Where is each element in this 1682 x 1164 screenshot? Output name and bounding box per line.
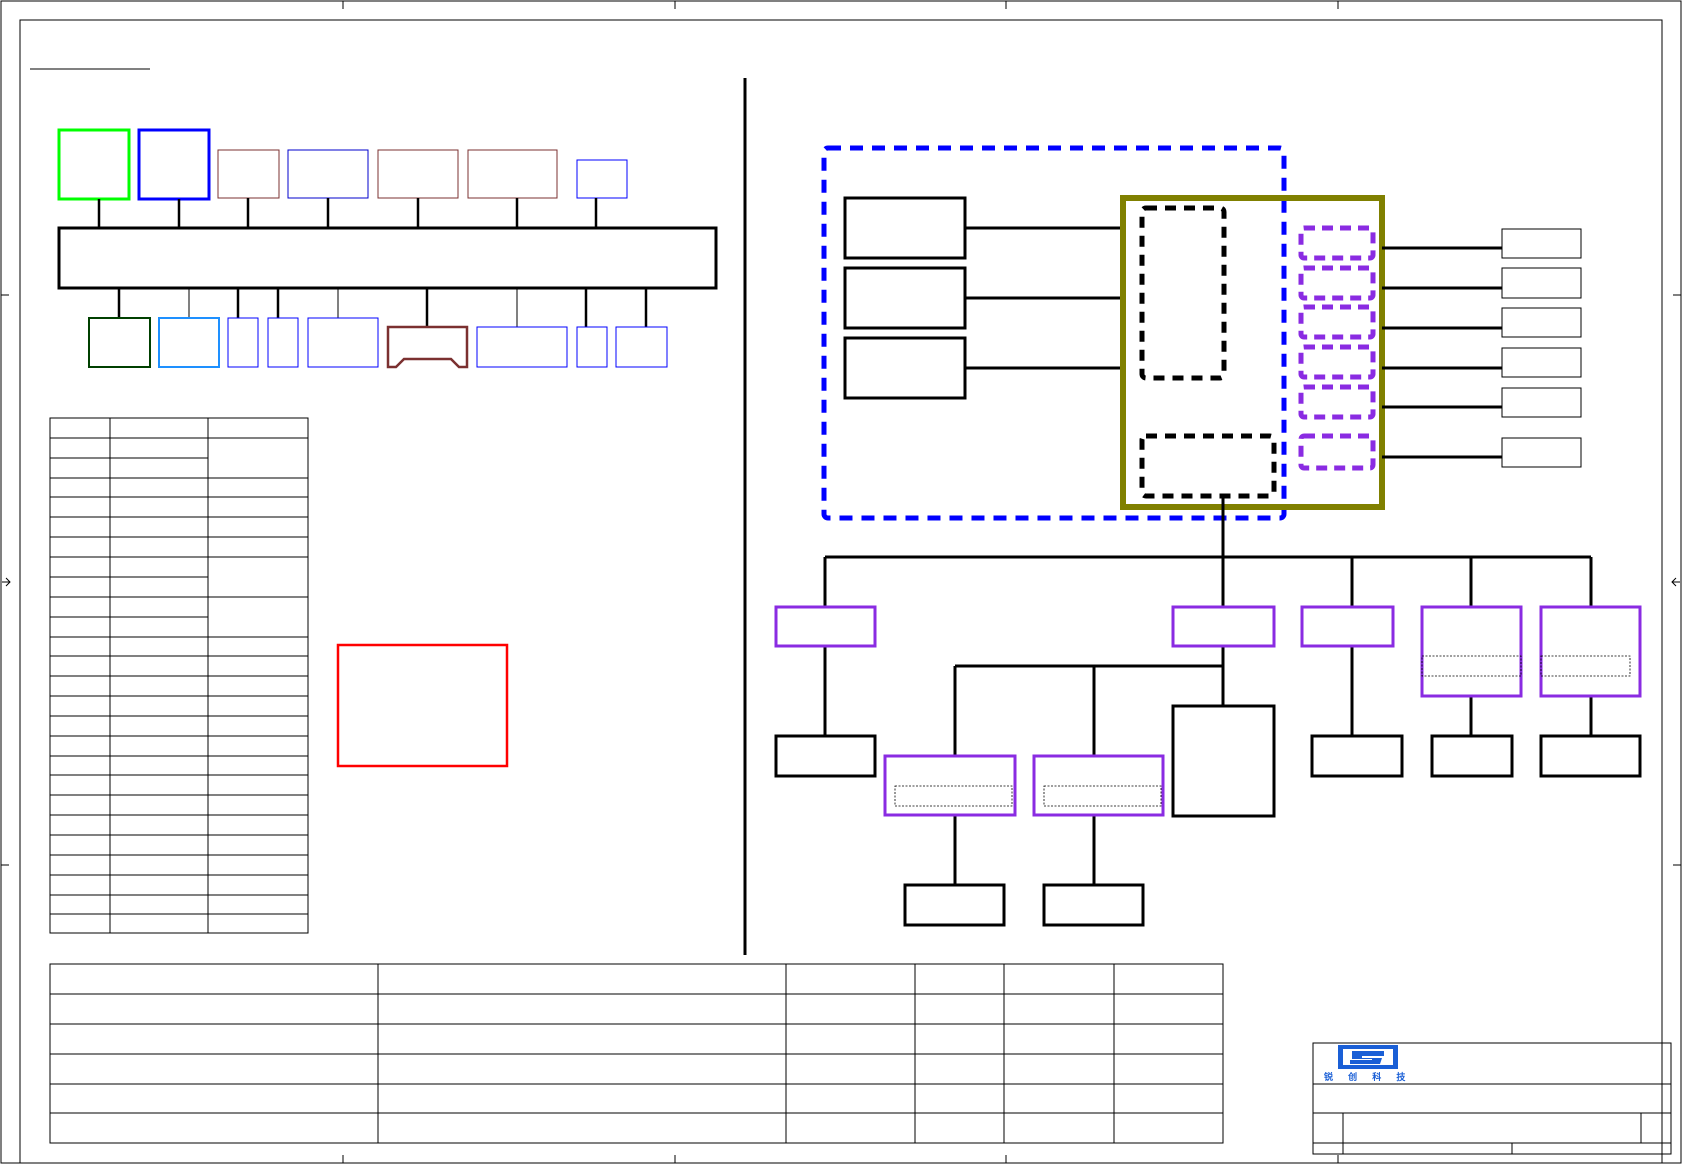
cpu-block-blue xyxy=(137,128,211,201)
pmic-ldo-dashed xyxy=(1139,433,1277,499)
pmic-rail-dashed-boxes xyxy=(1298,225,1376,471)
bus-device-1 xyxy=(217,149,280,199)
bus-upper-links xyxy=(97,198,598,228)
rail-output-links xyxy=(1382,246,1502,459)
bus-peripheral-8 xyxy=(615,326,668,368)
pmic-core-dashed xyxy=(1139,205,1227,381)
bus-peripheral-2 xyxy=(158,317,220,368)
drawing-frame xyxy=(0,0,1682,1164)
bus-device-3 xyxy=(377,149,459,199)
memory-block-green xyxy=(57,128,131,201)
frame-arrow-left xyxy=(2,577,11,587)
input-source-3 xyxy=(843,336,967,400)
regulator-blocks xyxy=(774,605,1642,817)
bus-device-4 xyxy=(467,149,558,199)
bus-connector-shape xyxy=(386,325,469,369)
company-logo-text: 锐 创 科 技 xyxy=(1324,1073,1412,1083)
pmic-main-chip xyxy=(1120,195,1385,510)
distribution-tree xyxy=(823,496,1593,885)
frame-arrow-right xyxy=(1671,577,1680,587)
input-source-1 xyxy=(843,196,967,260)
rail-load-boxes xyxy=(1501,228,1582,468)
bus-peripheral-6 xyxy=(476,326,568,368)
revision-table xyxy=(49,963,1224,1144)
bus-device-5 xyxy=(576,159,628,199)
bus-peripheral-7 xyxy=(576,326,608,368)
bus-peripheral-5 xyxy=(307,317,379,368)
company-logo-icon xyxy=(1338,1045,1398,1069)
bus-peripheral-3 xyxy=(227,317,259,368)
schematic-sheet xyxy=(0,0,1682,1164)
ground-island-dashed xyxy=(821,145,1287,521)
reference-table xyxy=(49,417,309,934)
bus-lower-links xyxy=(117,288,648,327)
alert-box xyxy=(336,643,509,768)
bus-peripheral-4 xyxy=(267,317,299,368)
input-links xyxy=(965,226,1123,370)
power-tree-diagram xyxy=(774,145,1642,927)
bus-device-2 xyxy=(287,149,369,199)
system-bus xyxy=(57,226,718,290)
bus-peripheral-1 xyxy=(88,317,151,368)
system-bus-diagram xyxy=(57,128,718,369)
input-source-2 xyxy=(843,266,967,330)
